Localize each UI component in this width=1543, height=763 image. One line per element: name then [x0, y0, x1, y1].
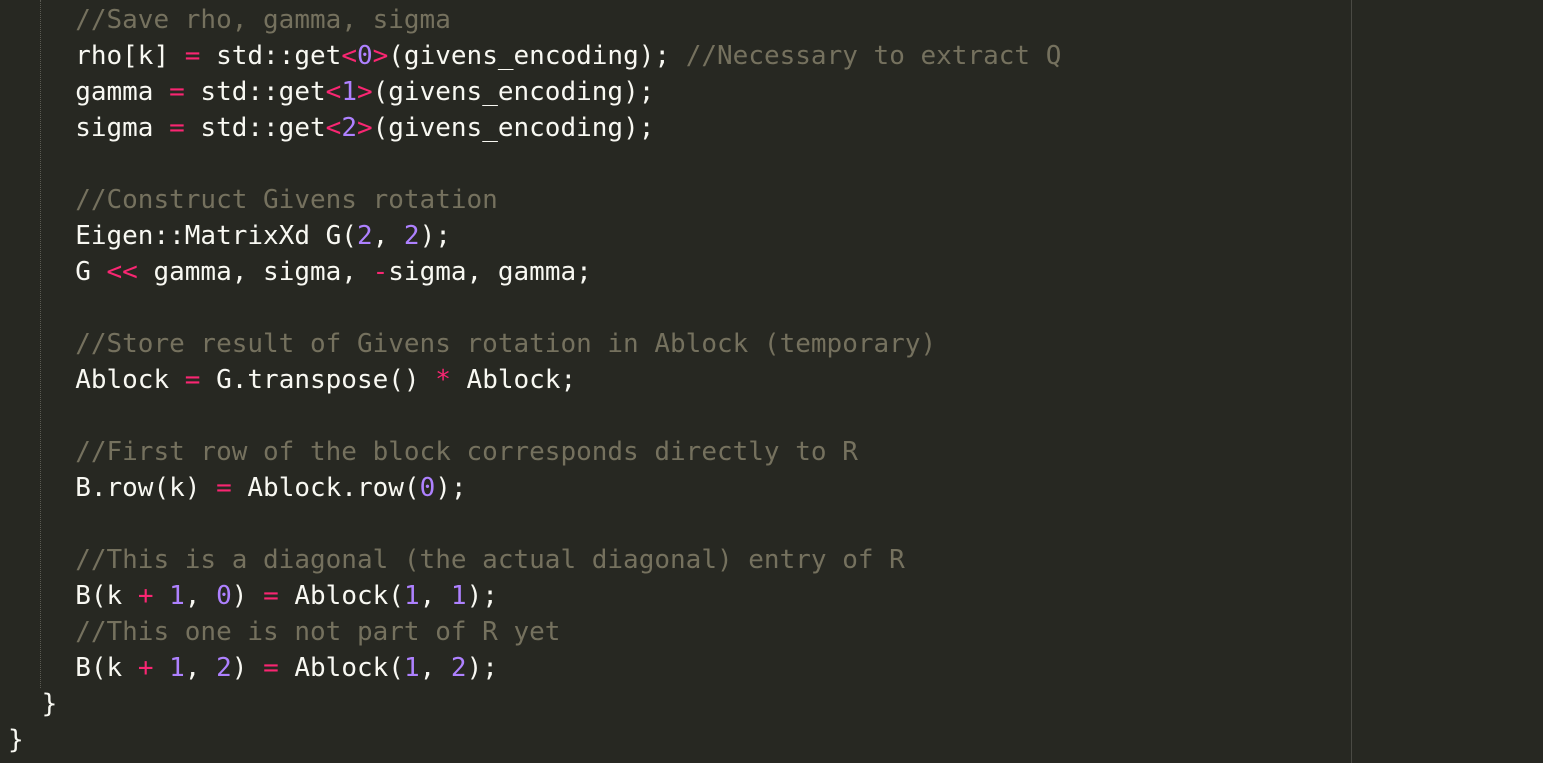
code-operator: < — [325, 77, 342, 107]
code-number: 1 — [169, 653, 185, 683]
code-line[interactable]: //This one is not part of R yet — [75, 614, 560, 650]
code-operator: = — [263, 653, 279, 683]
code-token: , — [184, 653, 217, 683]
code-line[interactable]: gamma = std::get<1>(givens_encoding); — [75, 74, 654, 110]
code-token: ); — [435, 473, 467, 503]
code-comment: //First row of the block corresponds dir… — [75, 437, 858, 467]
code-number: 1 — [450, 581, 467, 611]
code-token: ); — [419, 221, 451, 251]
code-token: (givens_encoding); — [372, 113, 655, 143]
code-line[interactable]: sigma = std::get<2>(givens_encoding); — [75, 110, 654, 146]
code-token: sigma — [75, 113, 170, 143]
code-line[interactable]: B(k + 1, 2) = Ablock(1, 2); — [75, 650, 498, 686]
code-number: 0 — [419, 473, 436, 503]
code-token: ) — [231, 653, 264, 683]
code-operator: = — [184, 365, 201, 395]
code-token: Ablock — [75, 365, 185, 395]
code-token: , — [184, 581, 217, 611]
code-operator: > — [372, 41, 389, 71]
code-operator: = — [169, 77, 185, 107]
code-number: 1 — [403, 581, 420, 611]
code-operator: > — [356, 77, 373, 107]
code-line[interactable]: //This is a diagonal (the actual diagona… — [75, 542, 905, 578]
code-token: Ablock( — [278, 581, 404, 611]
code-line[interactable]: //Construct Givens rotation — [75, 182, 498, 218]
code-token: B.row(k) — [75, 473, 217, 503]
code-token: Ablock( — [278, 653, 404, 683]
code-token: std::get — [184, 113, 326, 143]
code-token: G — [75, 257, 107, 287]
code-number: 1 — [403, 653, 420, 683]
code-number: 2 — [450, 653, 467, 683]
code-operator: = — [184, 41, 201, 71]
code-comment: //This one is not part of R yet — [75, 617, 561, 647]
code-token: Ablock.row( — [231, 473, 420, 503]
code-line[interactable]: G << gamma, sigma, -sigma, gamma; — [75, 254, 592, 290]
code-number: 1 — [169, 581, 185, 611]
code-comment: //Save rho, gamma, sigma — [75, 5, 451, 35]
code-token: Ablock; — [450, 365, 577, 395]
code-token: G.transpose() — [200, 365, 436, 395]
code-token: ); — [466, 653, 498, 683]
code-comment: //Store result of Givens rotation in Abl… — [75, 329, 937, 359]
code-token: B(k — [75, 581, 138, 611]
code-number: 2 — [403, 221, 420, 251]
code-operator: = — [216, 473, 232, 503]
code-operator: + — [137, 653, 154, 683]
code-number: 2 — [356, 221, 373, 251]
code-number: 2 — [216, 653, 232, 683]
indent-guide — [40, 0, 41, 688]
code-token: (givens_encoding); — [388, 41, 686, 71]
code-operator: = — [169, 113, 185, 143]
code-number: 2 — [341, 113, 357, 143]
code-token: std::get — [200, 41, 342, 71]
code-line[interactable]: //First row of the block corresponds dir… — [75, 434, 858, 470]
code-comment: //Construct Givens rotation — [75, 185, 498, 215]
code-token: } — [8, 725, 24, 755]
code-editor[interactable]: //Save rho, gamma, sigma rho[k] = std::ge… — [0, 0, 1543, 763]
code-line[interactable]: Ablock = G.transpose() * Ablock; — [75, 362, 576, 398]
code-line[interactable]: //Store result of Givens rotation in Abl… — [75, 326, 936, 362]
code-number: 1 — [341, 77, 357, 107]
code-token: rho[k] — [75, 41, 185, 71]
code-operator: * — [435, 365, 451, 395]
code-token: B(k — [75, 653, 138, 683]
code-comment: //This is a diagonal (the actual diagona… — [75, 545, 905, 575]
code-token: , — [419, 653, 451, 683]
code-number: 0 — [216, 581, 232, 611]
code-token: std::get — [184, 77, 326, 107]
code-operator: - — [372, 257, 389, 287]
code-line[interactable]: Eigen::MatrixXd G(2, 2); — [75, 218, 451, 254]
column-ruler — [1351, 0, 1352, 763]
code-line[interactable]: } — [42, 686, 58, 722]
code-token: (givens_encoding); — [372, 77, 655, 107]
code-token: , — [372, 221, 404, 251]
code-operator: = — [263, 581, 279, 611]
code-operator: + — [137, 581, 154, 611]
code-operator: << — [106, 257, 138, 287]
code-line[interactable]: B.row(k) = Ablock.row(0); — [75, 470, 466, 506]
code-token: ) — [231, 581, 264, 611]
code-token: Eigen::MatrixXd G( — [75, 221, 357, 251]
code-token: sigma, gamma; — [388, 257, 592, 287]
code-line[interactable]: } — [8, 722, 24, 758]
code-token: gamma — [75, 77, 170, 107]
code-number: 0 — [356, 41, 373, 71]
code-operator: < — [325, 113, 342, 143]
code-operator: > — [356, 113, 373, 143]
code-comment: //Necessary to extract Q — [685, 41, 1062, 71]
code-token: ); — [466, 581, 498, 611]
code-token: gamma, sigma, — [137, 257, 373, 287]
code-line[interactable]: //Save rho, gamma, sigma — [75, 2, 451, 38]
code-line[interactable]: B(k + 1, 0) = Ablock(1, 1); — [75, 578, 498, 614]
code-line[interactable]: rho[k] = std::get<0>(givens_encoding); /… — [75, 38, 1061, 74]
code-operator: < — [341, 41, 357, 71]
code-token: } — [41, 689, 58, 719]
code-token: , — [419, 581, 451, 611]
